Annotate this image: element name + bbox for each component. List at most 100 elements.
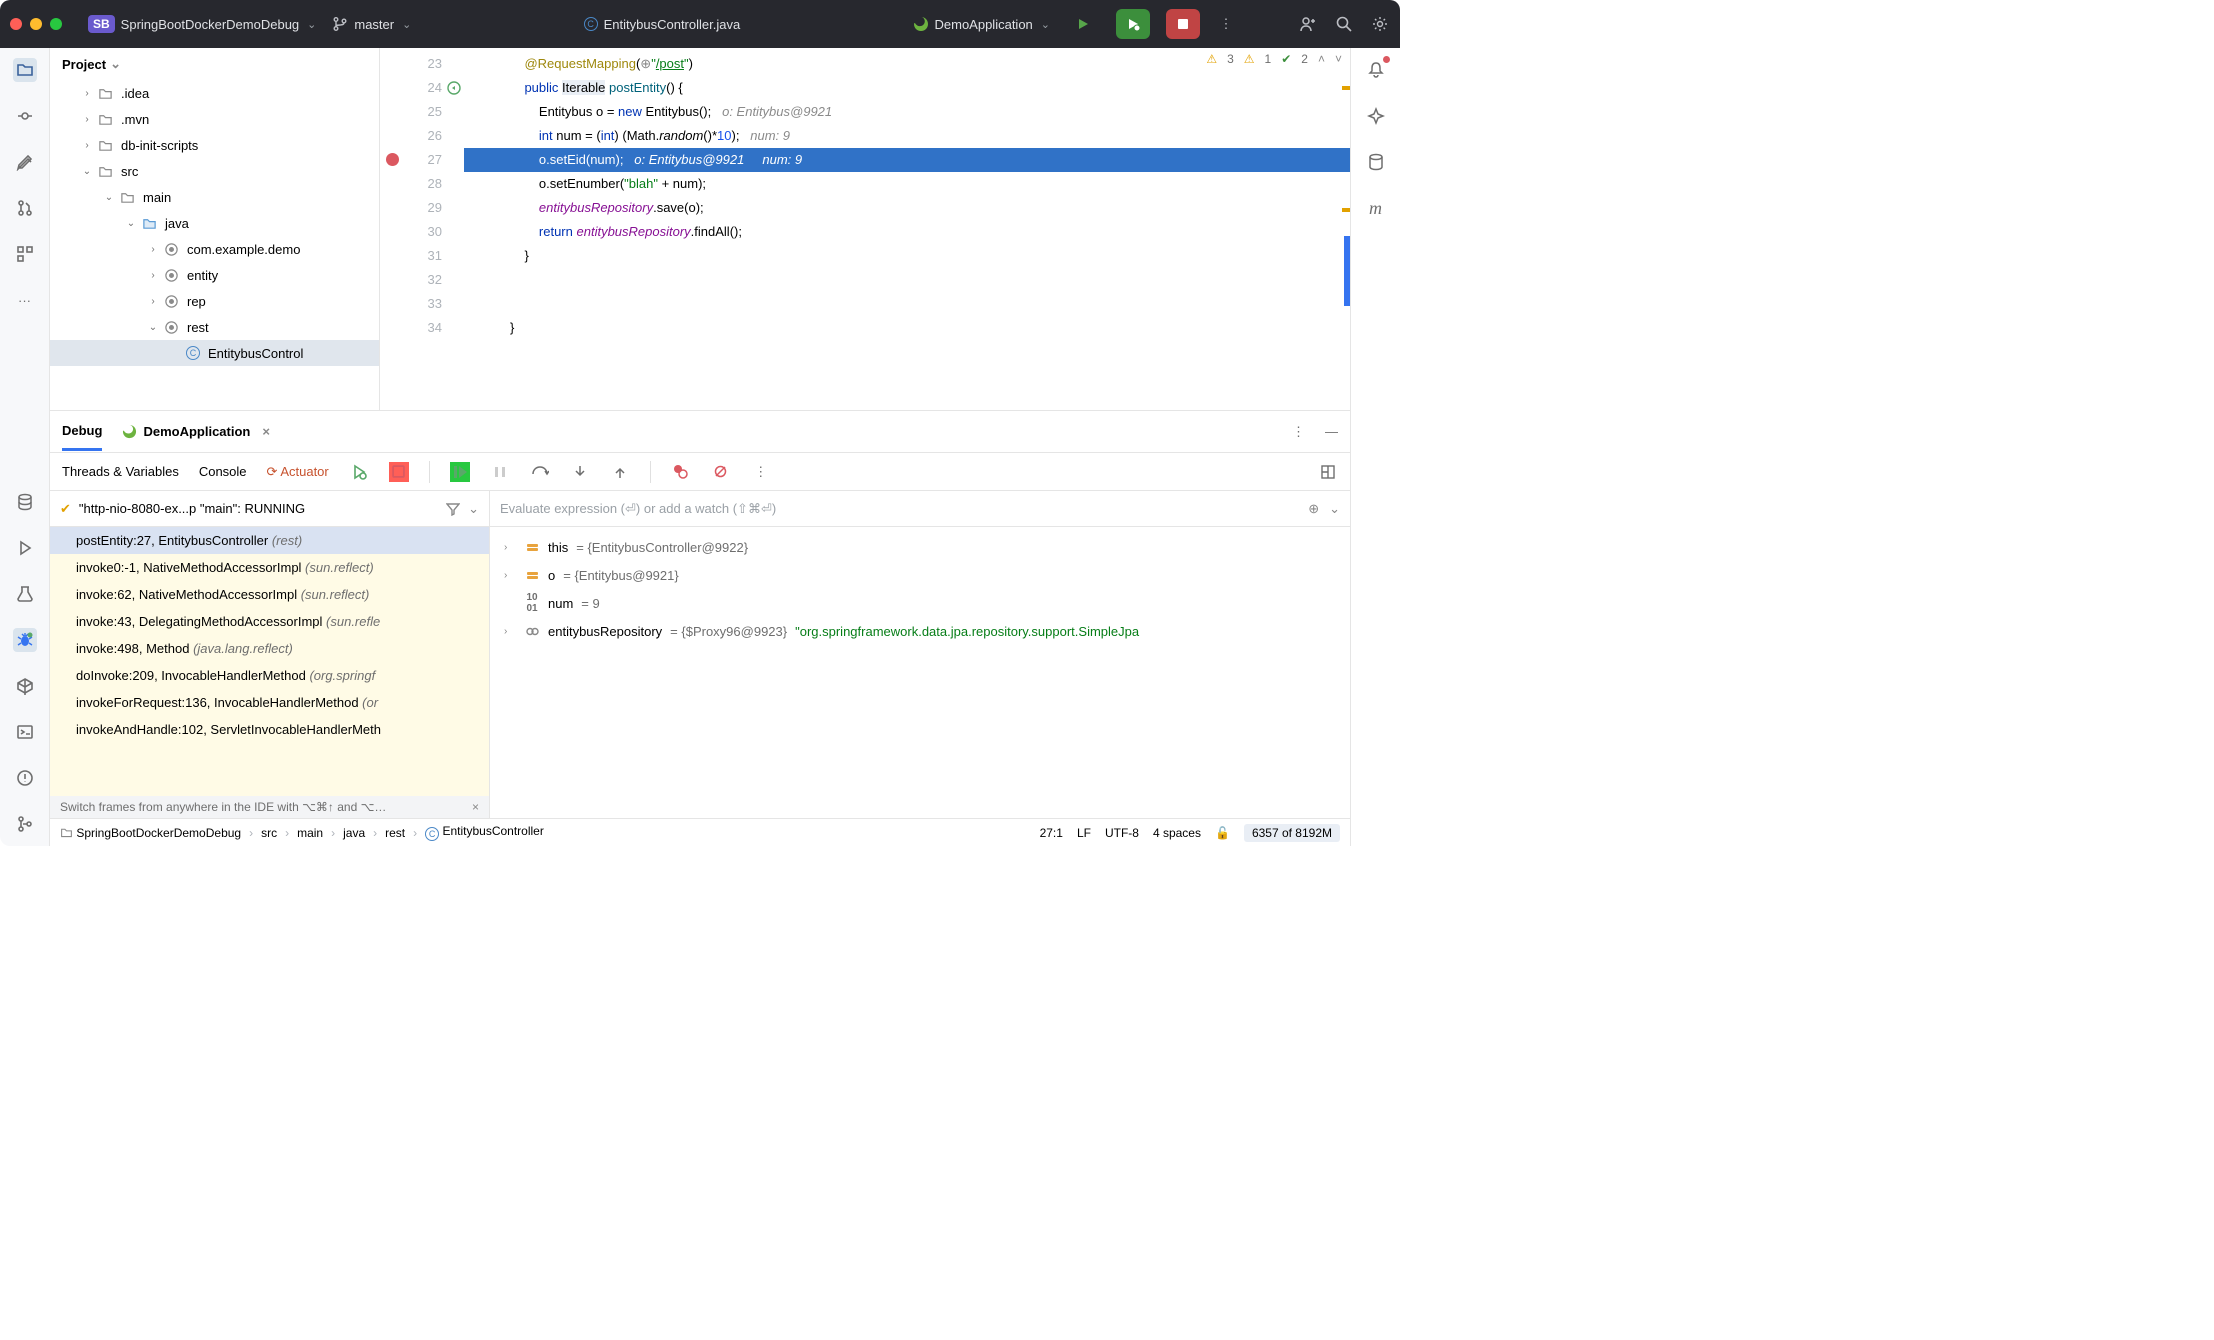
console-tab[interactable]: Console: [199, 458, 247, 485]
structure-tool-icon[interactable]: [13, 242, 37, 266]
commit-tool-icon[interactable]: [13, 104, 37, 128]
project-pane-header[interactable]: Project ⌄: [50, 48, 379, 80]
stack-frame[interactable]: invokeForRequest:136, InvocableHandlerMe…: [50, 689, 489, 716]
rerun-icon[interactable]: [349, 462, 369, 482]
actuator-tab[interactable]: ⟳ Actuator: [267, 458, 329, 486]
code-editor[interactable]: 232425262728293031323334 @RequestMapping…: [380, 48, 1350, 410]
git-branch-selector[interactable]: master: [332, 16, 411, 32]
step-into-icon[interactable]: [570, 462, 590, 482]
prev-highlight-icon[interactable]: ˄: [1318, 52, 1325, 66]
minimize-window-button[interactable]: [30, 18, 42, 30]
layout-settings-icon[interactable]: [1318, 462, 1338, 482]
close-session-icon[interactable]: ×: [262, 424, 270, 439]
tree-row[interactable]: ›db-init-scripts: [50, 132, 379, 158]
variables-list[interactable]: ›this = {EntitybusController@9922}›o = {…: [490, 527, 1350, 818]
services-tool-icon[interactable]: [13, 674, 37, 698]
indent-settings[interactable]: 4 spaces: [1153, 826, 1201, 840]
tree-row[interactable]: ⌄src: [50, 158, 379, 184]
tree-row[interactable]: ⌄rest: [50, 314, 379, 340]
breadcrumb-item[interactable]: SpringBootDockerDemoDebug: [60, 826, 241, 840]
evaluate-expression-input[interactable]: Evaluate expression (⏎) or add a watch (…: [490, 491, 1350, 527]
notifications-icon[interactable]: [1364, 58, 1388, 82]
editor-gutter[interactable]: 232425262728293031323334: [380, 48, 464, 410]
settings-icon[interactable]: [1370, 14, 1390, 34]
terminal-tool-icon[interactable]: [13, 720, 37, 744]
debug-tool-icon[interactable]: [13, 628, 37, 652]
stack-frame[interactable]: postEntity:27, EntitybusController (rest…: [50, 527, 489, 554]
database-tool-icon[interactable]: [13, 490, 37, 514]
readonly-toggle-icon[interactable]: 🔓: [1215, 826, 1230, 840]
more-actions-icon[interactable]: ⋮: [1216, 14, 1236, 34]
mute-breakpoints-icon[interactable]: [711, 462, 731, 482]
project-tree[interactable]: ›.idea›.mvn›db-init-scripts⌄src⌄main⌄jav…: [50, 80, 379, 410]
tree-row[interactable]: ›entity: [50, 262, 379, 288]
stop-button[interactable]: [1166, 9, 1200, 39]
inspection-widget[interactable]: ⚠3 ⚠1 ✔2 ˄ ˅: [1206, 52, 1342, 66]
build-tool-icon[interactable]: [13, 582, 37, 606]
memory-indicator[interactable]: 6357 of 8192M: [1244, 824, 1340, 842]
frames-list[interactable]: postEntity:27, EntitybusController (rest…: [50, 527, 489, 796]
resume-icon[interactable]: [450, 462, 470, 482]
file-encoding[interactable]: UTF-8: [1105, 826, 1139, 840]
breadcrumbs[interactable]: SpringBootDockerDemoDebug›src›main›java›…: [60, 824, 544, 841]
stop-debug-icon[interactable]: [389, 462, 409, 482]
step-out-icon[interactable]: [610, 462, 630, 482]
bookmarks-tool-icon[interactable]: [13, 150, 37, 174]
close-hint-icon[interactable]: ×: [472, 800, 479, 814]
problems-tool-icon[interactable]: [13, 766, 37, 790]
debug-options-icon[interactable]: ⋮: [1292, 424, 1305, 440]
breadcrumb-item[interactable]: rest: [385, 826, 405, 840]
vcs-tool-icon[interactable]: [13, 812, 37, 836]
tree-row[interactable]: ›rep: [50, 288, 379, 314]
run-button[interactable]: [1066, 9, 1100, 39]
code-with-me-icon[interactable]: [1298, 14, 1318, 34]
breadcrumb-item[interactable]: src: [261, 826, 277, 840]
breadcrumb-item[interactable]: java: [343, 826, 365, 840]
tree-row[interactable]: ⌄java: [50, 210, 379, 236]
stack-frame[interactable]: invoke0:-1, NativeMethodAccessorImpl (su…: [50, 554, 489, 581]
view-breakpoints-icon[interactable]: [671, 462, 691, 482]
stack-frame[interactable]: invoke:43, DelegatingMethodAccessorImpl …: [50, 608, 489, 635]
variable-row[interactable]: 1001num = 9: [490, 589, 1350, 617]
breadcrumb-item[interactable]: main: [297, 826, 323, 840]
debug-tab[interactable]: Debug: [62, 413, 102, 451]
debug-more-icon[interactable]: ⋮: [751, 462, 771, 482]
variable-row[interactable]: ›this = {EntitybusController@9922}: [490, 533, 1350, 561]
maven-icon[interactable]: m: [1364, 196, 1388, 220]
variable-row[interactable]: ›entitybusRepository = {$Proxy96@9923} "…: [490, 617, 1350, 645]
editor-code-area[interactable]: @RequestMapping(⊕"/post") public Iterabl…: [464, 48, 1350, 410]
add-watch-icon[interactable]: ⊕: [1308, 501, 1319, 517]
maximize-window-button[interactable]: [50, 18, 62, 30]
run-tool-icon[interactable]: [13, 536, 37, 560]
tree-row[interactable]: CEntitybusControl: [50, 340, 379, 366]
debug-run-button[interactable]: [1116, 9, 1150, 39]
search-everywhere-icon[interactable]: [1334, 14, 1354, 34]
eval-dropdown-icon[interactable]: ⌄: [1329, 501, 1340, 517]
thread-dropdown-icon[interactable]: ⌄: [468, 501, 479, 517]
filter-icon[interactable]: [446, 502, 460, 516]
project-selector[interactable]: SB SpringBootDockerDemoDebug: [88, 15, 316, 33]
stack-frame[interactable]: invoke:498, Method (java.lang.reflect): [50, 635, 489, 662]
step-over-icon[interactable]: [530, 462, 550, 482]
error-stripe[interactable]: [1338, 48, 1350, 410]
database-right-icon[interactable]: [1364, 150, 1388, 174]
breadcrumb-item[interactable]: C EntitybusController: [425, 824, 544, 841]
threads-variables-tab[interactable]: Threads & Variables: [62, 458, 179, 485]
tree-row[interactable]: ›com.example.demo: [50, 236, 379, 262]
run-config-selector[interactable]: DemoApplication: [913, 16, 1051, 32]
open-file-tab[interactable]: C EntitybusController.java: [584, 17, 741, 32]
tree-row[interactable]: ›.mvn: [50, 106, 379, 132]
stack-frame[interactable]: invoke:62, NativeMethodAccessorImpl (sun…: [50, 581, 489, 608]
cursor-position[interactable]: 27:1: [1040, 826, 1063, 840]
project-tool-icon[interactable]: [13, 58, 37, 82]
line-separator[interactable]: LF: [1077, 826, 1091, 840]
stack-frame[interactable]: doInvoke:209, InvocableHandlerMethod (or…: [50, 662, 489, 689]
ai-assistant-icon[interactable]: [1364, 104, 1388, 128]
pull-requests-tool-icon[interactable]: [13, 196, 37, 220]
hide-tool-window-icon[interactable]: —: [1325, 424, 1338, 439]
tree-row[interactable]: ›.idea: [50, 80, 379, 106]
debug-session-tab[interactable]: DemoApplication ×: [122, 414, 270, 449]
more-tools-icon[interactable]: ···: [13, 288, 37, 312]
tree-row[interactable]: ⌄main: [50, 184, 379, 210]
stack-frame[interactable]: invokeAndHandle:102, ServletInvocableHan…: [50, 716, 489, 743]
